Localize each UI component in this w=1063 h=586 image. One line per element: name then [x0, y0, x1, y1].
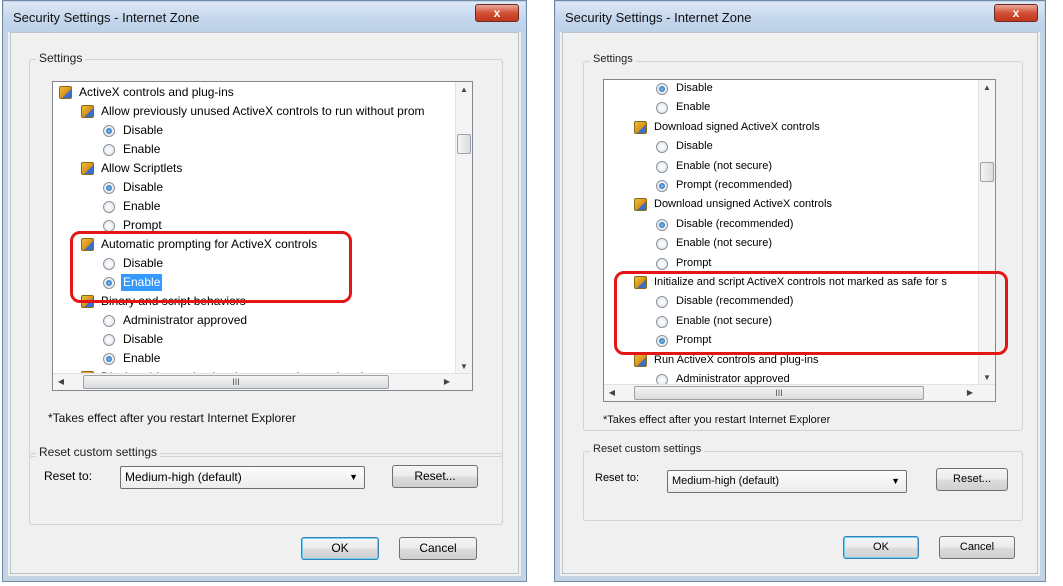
- title-bar[interactable]: Security Settings - Internet Zone x: [556, 2, 1044, 32]
- setting-label: Enable: [123, 142, 161, 156]
- dialog-title: Security Settings - Internet Zone: [565, 10, 752, 25]
- radio-selected-icon: [103, 353, 115, 365]
- reset-level-value: Medium-high (default): [125, 470, 242, 484]
- setting-category-icon: [81, 162, 94, 175]
- reset-button[interactable]: Reset...: [392, 465, 478, 488]
- setting-label: Enable (not secure): [676, 159, 772, 172]
- setting-label: Enable: [123, 199, 161, 213]
- horizontal-scroll-thumb[interactable]: III: [83, 375, 389, 389]
- security-settings-dialog-left: Security Settings - Internet Zone x Sett…: [2, 0, 527, 582]
- radio-icon: [656, 102, 668, 115]
- radio-icon: [656, 238, 668, 251]
- restart-note: *Takes effect after you restart Internet…: [603, 414, 831, 426]
- close-icon: x: [1012, 6, 1020, 20]
- cancel-button[interactable]: Cancel: [939, 536, 1015, 559]
- settings-group-label: Settings: [590, 53, 636, 65]
- setting-label: Download unsigned ActiveX controls: [654, 198, 832, 211]
- horizontal-scrollbar[interactable]: ◀ III ▶: [53, 373, 472, 390]
- setting-label: Disable: [676, 82, 713, 94]
- restart-note: *Takes effect after you restart Internet…: [48, 411, 296, 425]
- setting-label: Disable: [123, 332, 164, 346]
- radio-selected-icon: [656, 180, 668, 192]
- vertical-scrollbar[interactable]: ▲ ▼: [455, 82, 472, 375]
- reset-level-select[interactable]: Medium-high (default) ▼: [667, 470, 907, 493]
- setting-category-icon: [634, 353, 647, 367]
- scroll-left-icon[interactable]: ◀: [53, 374, 69, 390]
- scroll-right-icon[interactable]: ▶: [962, 385, 978, 401]
- radio-selected-icon: [103, 125, 115, 137]
- reset-button[interactable]: Reset...: [936, 468, 1008, 491]
- setting-label: Disable: [676, 140, 713, 153]
- chevron-down-icon: ▼: [349, 472, 358, 482]
- radio-icon: [656, 257, 668, 270]
- radio-selected-icon: [103, 182, 115, 194]
- radio-icon: [656, 141, 668, 154]
- chevron-down-icon: ▼: [891, 476, 900, 486]
- reset-level-value: Medium-high (default): [672, 475, 779, 487]
- scroll-grip-icon: III: [775, 388, 783, 398]
- radio-selected-icon: [656, 83, 668, 95]
- scroll-right-icon[interactable]: ▶: [439, 374, 455, 390]
- radio-icon: [656, 160, 668, 173]
- radio-icon: [103, 315, 115, 327]
- vertical-scroll-thumb[interactable]: [980, 162, 994, 182]
- horizontal-scroll-thumb[interactable]: III: [634, 386, 924, 400]
- radio-selected-icon: [656, 218, 668, 231]
- reset-to-label: Reset to:: [44, 469, 93, 483]
- highlight-box: [70, 231, 352, 303]
- reset-to-label: Reset to:: [595, 472, 640, 484]
- horizontal-scrollbar[interactable]: ◀ III ▶: [604, 384, 995, 401]
- settings-group-label: Settings: [36, 51, 86, 65]
- setting-label: Allow Scriptlets: [101, 161, 183, 175]
- setting-label: Prompt (recommended): [676, 179, 793, 191]
- close-button[interactable]: x: [994, 4, 1038, 22]
- security-settings-dialog-right: Security Settings - Internet Zone x Sett…: [554, 0, 1046, 582]
- setting-label: Enable: [123, 351, 161, 365]
- setting-label: Administrator approved: [123, 313, 248, 327]
- setting-category-icon: [59, 86, 72, 99]
- ok-button[interactable]: OK: [301, 537, 379, 560]
- radio-icon: [103, 144, 115, 156]
- reset-group-label: Reset custom settings: [590, 443, 705, 455]
- setting-label: Download signed ActiveX controls: [654, 120, 820, 133]
- setting-category-icon: [634, 198, 647, 212]
- highlight-box: [614, 271, 1008, 355]
- close-icon: x: [493, 6, 501, 20]
- setting-label: Disable (recommended): [676, 217, 794, 230]
- dialog-title: Security Settings - Internet Zone: [13, 10, 200, 25]
- title-bar[interactable]: Security Settings - Internet Zone x: [4, 2, 525, 32]
- setting-label: ActiveX controls and plug-ins: [79, 85, 234, 99]
- radio-icon: [103, 201, 115, 213]
- scroll-grip-icon: III: [232, 377, 240, 387]
- reset-group: Reset custom settings: [29, 445, 503, 525]
- cancel-button[interactable]: Cancel: [399, 537, 477, 560]
- scroll-up-icon[interactable]: ▲: [456, 82, 472, 98]
- setting-label: Enable: [676, 101, 711, 114]
- setting-category-icon: [81, 105, 94, 118]
- scroll-left-icon[interactable]: ◀: [604, 385, 620, 401]
- close-button[interactable]: x: [475, 4, 519, 22]
- setting-label: Disable: [123, 180, 164, 194]
- ok-button[interactable]: OK: [843, 536, 919, 559]
- scroll-up-icon[interactable]: ▲: [979, 80, 995, 96]
- setting-category-icon: [634, 120, 647, 134]
- reset-group-label: Reset custom settings: [36, 445, 161, 459]
- setting-label: Enable (not secure): [676, 237, 772, 250]
- reset-level-select[interactable]: Medium-high (default) ▼: [120, 466, 365, 489]
- setting-label: Prompt: [676, 256, 712, 269]
- dialog-body: Settings ActiveX controls and plug-ins Al…: [10, 32, 519, 574]
- setting-label: Disable: [123, 123, 164, 137]
- vertical-scroll-thumb[interactable]: [457, 134, 471, 154]
- radio-icon: [103, 334, 115, 346]
- setting-label: Allow previously unused ActiveX controls…: [101, 104, 425, 118]
